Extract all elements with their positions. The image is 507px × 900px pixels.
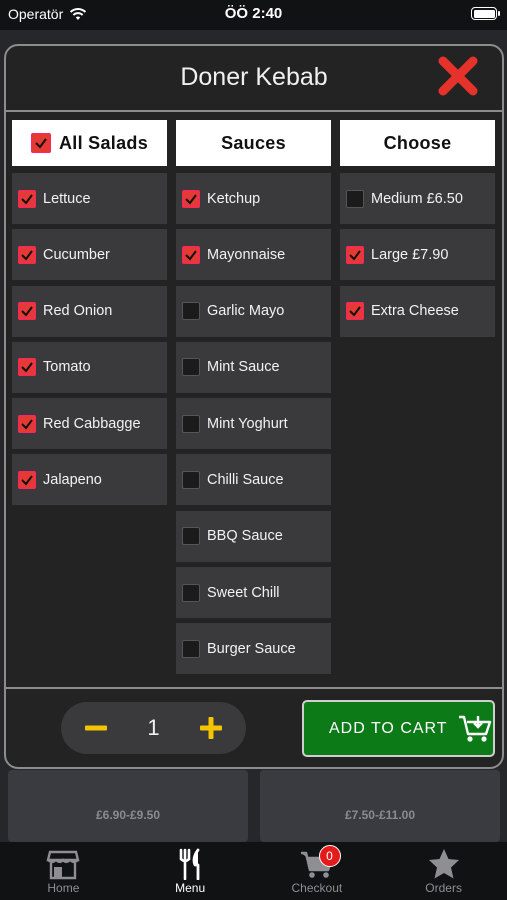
option-row[interactable]: Mint Sauce [176,341,331,393]
cart-count-badge: 0 [318,845,341,867]
option-row[interactable]: Ketchup [176,173,331,224]
checkbox-unchecked-icon[interactable] [182,583,200,602]
option-row[interactable]: Tomato [12,341,167,393]
option-row[interactable]: Large £7.90 [340,229,495,281]
option-label: Red Cabbagge [43,415,141,432]
option-label: BBQ Sauce [207,528,283,545]
option-label: Sweet Chill [207,584,280,601]
menu-card[interactable] [260,770,500,842]
option-row[interactable]: Burger Sauce [176,623,331,675]
option-row[interactable]: BBQ Sauce [176,510,331,562]
option-row[interactable]: Red Onion [12,285,167,337]
clock: ÖÖ 2:40 [224,5,283,22]
option-label: Extra Cheese [371,303,459,320]
option-label: Mayonnaise [207,246,286,263]
column-header-label: Choose [383,132,452,153]
option-label: Tomato [43,359,91,376]
checkbox-unchecked-icon[interactable] [182,302,200,321]
option-row[interactable]: Jalapeno [12,454,167,506]
checkbox-checked-icon[interactable] [18,414,36,433]
add-to-cart-icon [458,715,491,742]
option-row[interactable]: Mint Yoghurt [176,398,331,450]
option-row[interactable]: Cucumber [12,229,167,281]
tab-bar: Home Menu 0 Checkout Orders [0,842,507,900]
tab-label: Menu [175,881,206,895]
tab-menu[interactable]: Menu [127,842,254,900]
checkbox-checked-icon [30,133,51,153]
choose-column: Choose Medium £6.50 Large £7.90 Extra Chee… [340,120,495,342]
footer-divider [6,687,502,689]
menu-card-price: £6.90-£9.50 [95,808,161,822]
battery-icon [471,7,500,20]
quantity-stepper: 1 [61,702,246,754]
store-icon [46,850,80,880]
checkbox-unchecked-icon[interactable] [182,414,200,433]
sauces-header: Sauces [176,120,331,166]
option-label: Chilli Sauce [207,471,284,488]
checkbox-checked-icon[interactable] [18,470,36,489]
checkbox-checked-icon[interactable] [346,302,364,321]
tab-checkout[interactable]: 0 Checkout [254,842,381,900]
option-row[interactable]: Mayonnaise [176,229,331,281]
checkbox-checked-icon[interactable] [18,302,36,321]
plus-icon[interactable] [198,715,224,741]
tab-orders[interactable]: Orders [380,842,507,900]
quantity-value: 1 [147,715,160,740]
choose-header: Choose [340,120,495,166]
salad-options: Lettuce Cucumber Red Onion Tomato Red Cabbag… [12,173,167,506]
minus-icon[interactable] [83,715,109,741]
option-label: Mint Sauce [207,359,280,376]
option-row[interactable]: Red Cabbagge [12,398,167,450]
status-bar: Operatör ÖÖ 2:40 [0,0,507,30]
modal-title: Doner Kebab [180,63,328,91]
tab-label: Home [47,881,80,895]
option-row[interactable]: Medium £6.50 [340,173,495,224]
checkbox-unchecked-icon[interactable] [346,189,364,208]
option-label: Lettuce [43,190,91,207]
checkbox-unchecked-icon[interactable] [182,358,200,377]
size-options: Medium £6.50 Large £7.90 Extra Cheese [340,173,495,337]
checkbox-unchecked-icon[interactable] [182,470,200,489]
product-options-modal: Doner Kebab All Salads Lettuce Cucumber Re… [4,44,504,769]
option-label: Burger Sauce [207,640,296,657]
option-row[interactable]: Chilli Sauce [176,454,331,506]
option-row[interactable]: Garlic Mayo [176,285,331,337]
option-label: Large £7.90 [371,246,449,263]
checkbox-checked-icon[interactable] [18,245,36,264]
option-label: Medium £6.50 [371,190,463,207]
option-label: Ketchup [207,190,261,207]
column-header-label: Sauces [221,132,286,153]
option-label: Cucumber [43,246,110,263]
modal-header: Doner Kebab [6,46,502,112]
menu-card[interactable] [8,770,248,842]
close-icon[interactable] [436,54,480,98]
checkbox-unchecked-icon[interactable] [182,639,200,658]
option-row[interactable]: Lettuce [12,173,167,224]
option-row[interactable]: Sweet Chill [176,567,331,619]
star-icon [428,849,459,879]
fork-knife-icon [179,848,200,880]
add-to-cart-label: ADD TO CART [329,719,448,737]
tab-home[interactable]: Home [0,842,127,900]
menu-card-price: £7.50-£11.00 [344,808,416,822]
add-to-cart-button[interactable]: ADD TO CART [302,700,495,757]
checkbox-checked-icon[interactable] [18,189,36,208]
sauces-column: Sauces Ketchup Mayonnaise Garlic Mayo Mint … [176,120,331,680]
option-label: Garlic Mayo [207,303,285,320]
option-row[interactable]: Extra Cheese [340,285,495,337]
checkbox-checked-icon[interactable] [18,358,36,377]
tab-label: Orders [425,881,462,895]
checkbox-checked-icon[interactable] [182,245,200,264]
tab-label: Checkout [291,881,343,895]
salads-column: All Salads Lettuce Cucumber Red Onion Tomat… [12,120,167,511]
column-header-label: All Salads [58,132,149,153]
option-label: Mint Yoghurt [207,415,288,432]
checkbox-unchecked-icon[interactable] [182,527,200,546]
option-label: Jalapeno [43,471,102,488]
all-salads-toggle[interactable]: All Salads [12,120,167,166]
sauce-options: Ketchup Mayonnaise Garlic Mayo Mint Sauce Mi… [176,173,331,675]
checkbox-checked-icon[interactable] [346,245,364,264]
option-label: Red Onion [43,303,113,320]
checkbox-checked-icon[interactable] [182,189,200,208]
